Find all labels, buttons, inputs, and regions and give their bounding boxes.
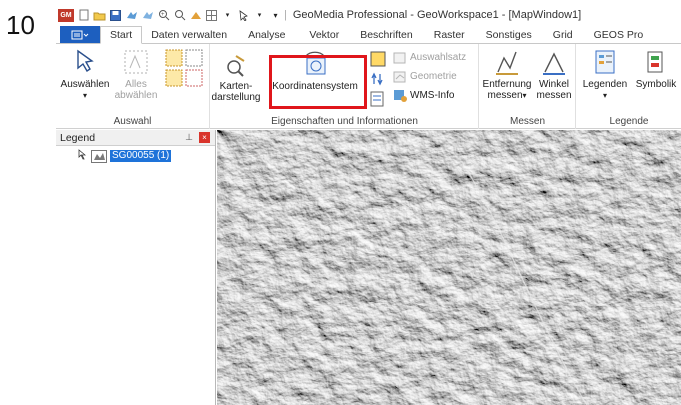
raster-symbol-icon	[91, 149, 107, 163]
selection-tools	[164, 48, 204, 91]
karten-label-1: Karten-	[219, 81, 253, 92]
legend-item-label: SG00055 (1)	[110, 150, 172, 162]
fit-icon[interactable]	[189, 9, 202, 21]
pan-back-icon[interactable]	[141, 9, 154, 21]
application-window: GM + ▾ ▾ ▾ | GeoMedia Professional - Geo…	[56, 6, 681, 405]
legend-title: Legend	[60, 131, 96, 144]
window-title: GeoMedia Professional - GeoWorkspace1 - …	[292, 9, 582, 21]
auswahlsatz-button[interactable]: Auswahlsatz	[393, 50, 466, 64]
winkel-messen-button[interactable]: Winkel messen	[534, 48, 574, 101]
file-menu-button[interactable]	[60, 26, 100, 43]
distance-measure-icon	[496, 51, 518, 75]
tab-geos-pro[interactable]: GEOS Pro	[585, 26, 653, 43]
select-arrow-icon	[77, 49, 94, 72]
highlight-box	[269, 55, 367, 109]
tab-sonstiges[interactable]: Sonstiges	[477, 26, 541, 43]
wms-info-icon	[393, 88, 407, 102]
tab-grid[interactable]: Grid	[541, 26, 585, 43]
wms-info-button[interactable]: WMS-Info	[393, 88, 454, 102]
tab-start[interactable]: Start	[100, 26, 143, 44]
dropdown-arrow-icon: ▾	[522, 91, 527, 100]
geometrie-label: Geometrie	[410, 70, 457, 82]
legend-header: Legend ⊥ ×	[56, 130, 215, 146]
entfernung-label-2: messen	[487, 90, 523, 101]
open-folder-icon[interactable]	[93, 9, 106, 21]
zoom-out-icon[interactable]	[173, 9, 186, 21]
dropdown-arrow-icon[interactable]: ▾	[253, 9, 266, 21]
geometrie-icon	[393, 69, 407, 83]
deselect-label-1: Alles	[125, 79, 147, 90]
step-number: 10	[6, 10, 35, 40]
legend-panel: Legend ⊥ × SG00055 (1)	[56, 130, 216, 405]
title-bar: GM + ▾ ▾ ▾ | GeoMedia Professional - Geo…	[56, 6, 681, 24]
customize-toolbar-icon[interactable]: ▾	[269, 9, 282, 21]
select-label: Auswählen	[60, 79, 110, 90]
eigenschaften-group-label: Eigenschaften und Informationen	[271, 116, 418, 127]
symbolik-button[interactable]: Symbolik	[633, 48, 679, 90]
raster-map-image	[217, 130, 681, 405]
auswahl-group-label: Auswahl	[113, 116, 152, 127]
dropdown-arrow-icon: ▾	[602, 91, 607, 100]
grid-icon[interactable]	[205, 9, 218, 21]
pin-icon[interactable]: ⊥	[185, 132, 193, 143]
property-tool-icons	[370, 51, 386, 107]
geometrie-button[interactable]: Geometrie	[393, 69, 457, 83]
property-small-icons	[369, 50, 387, 115]
select-tool-icon[interactable]	[237, 9, 250, 21]
close-icon[interactable]: ×	[199, 132, 210, 143]
new-document-icon[interactable]	[77, 9, 90, 21]
auswahl-group: Auswählen ▾ Alles abwählen Auswahl	[56, 44, 210, 129]
symbology-icon	[647, 51, 663, 73]
dropdown-arrow-icon[interactable]: ▾	[221, 9, 234, 21]
deselect-label-2: abwählen	[114, 90, 158, 101]
legende-group: Legenden ▾ Symbolik Legende	[577, 44, 681, 129]
entfernung-label-2-row: messen▾	[482, 90, 532, 101]
tab-beschriften[interactable]: Beschriften	[351, 26, 422, 43]
tab-vektor[interactable]: Vektor	[297, 26, 351, 43]
legend-item[interactable]: SG00055 (1)	[78, 149, 172, 163]
ribbon-panel: Auswählen ▾ Alles abwählen Auswahl Karte…	[56, 44, 681, 129]
app-logo-icon[interactable]: GM	[58, 8, 74, 22]
winkel-label-1: Winkel	[538, 79, 569, 90]
messen-group-label: Messen	[509, 116, 545, 127]
map-display-icon	[227, 55, 245, 77]
auswahlsatz-icon	[393, 50, 407, 64]
messen-group: Entfernung messen▾ Winkel messen Messen	[480, 44, 576, 129]
auswahlsatz-label: Auswahlsatz	[410, 51, 467, 63]
zoom-in-icon[interactable]: +	[157, 9, 170, 21]
entfernung-messen-button[interactable]: Entfernung messen▾	[482, 48, 532, 101]
kartendarstellung-button[interactable]: Karten- darstellung	[211, 54, 261, 103]
symbolik-label: Symbolik	[635, 79, 677, 90]
legenden-label: Legenden	[582, 79, 628, 90]
deselect-all-button[interactable]: Alles abwählen	[114, 48, 158, 101]
deselect-icon	[124, 50, 148, 74]
entfernung-label-1: Entfernung	[482, 79, 532, 90]
tab-raster[interactable]: Raster	[422, 26, 477, 43]
tab-daten-verwalten[interactable]: Daten verwalten	[142, 26, 236, 43]
cursor-icon	[78, 149, 87, 163]
separator: |	[284, 9, 287, 21]
legenden-button[interactable]: Legenden ▾	[579, 48, 631, 101]
winkel-label-2: messen	[536, 90, 572, 101]
tab-analyse[interactable]: Analyse	[236, 26, 297, 43]
karten-label-2: darstellung	[211, 92, 261, 103]
angle-measure-icon	[543, 52, 565, 75]
save-icon[interactable]	[109, 9, 122, 21]
svg-text:+: +	[161, 12, 165, 18]
dropdown-arrow-icon: ▾	[82, 91, 87, 100]
legend-icon	[595, 50, 615, 74]
wms-info-label: WMS-Info	[410, 89, 455, 101]
selection-tool-icons	[165, 49, 203, 87]
map-window[interactable]	[217, 130, 681, 405]
legende-group-label: Legende	[609, 116, 649, 127]
ribbon-tabs: Start Daten verwalten Analyse Vektor Bes…	[56, 26, 681, 44]
select-button[interactable]: Auswählen ▾	[60, 48, 110, 101]
pan-icon[interactable]	[125, 9, 138, 21]
